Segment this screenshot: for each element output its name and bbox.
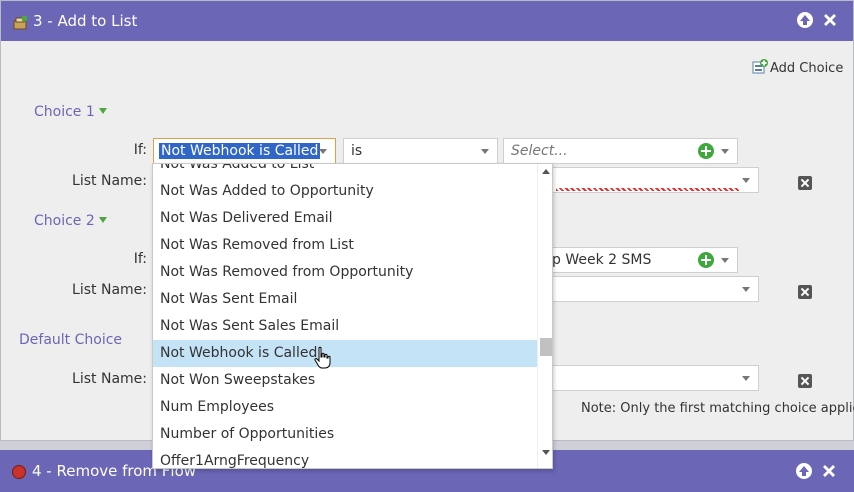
dropdown-options: Not Was Added to List Not Was Added to Op…: [153, 164, 537, 468]
chevron-down-icon: [742, 376, 750, 381]
step-title: 3 - Add to List: [33, 12, 138, 30]
dropdown-option[interactable]: Not Was Added to List: [153, 164, 537, 178]
dropdown-option[interactable]: Offer1ArngFrequency: [153, 448, 537, 468]
stop-icon: [12, 465, 26, 479]
delete-default-icon[interactable]: [798, 374, 812, 388]
close-icon[interactable]: [820, 462, 838, 480]
dropdown-option[interactable]: Num Employees: [153, 394, 537, 421]
add-to-list-icon: [13, 16, 27, 30]
default-list-name-label: List Name:: [72, 371, 147, 387]
add-choice-button[interactable]: Add Choice: [752, 59, 843, 77]
step-titlebar: 3 - Add to List: [1, 1, 853, 41]
dropdown-option[interactable]: Not Was Delivered Email: [153, 205, 537, 232]
dropdown-option[interactable]: Not Was Removed from List: [153, 232, 537, 259]
dropdown-scrollbar[interactable]: [537, 164, 552, 468]
choice-2-value: p Week 2 SMS: [552, 252, 652, 268]
choice-1-list-name-label: List Name:: [72, 173, 147, 189]
attribute-dropdown-list[interactable]: Not Was Added to List Not Was Added to Op…: [152, 163, 553, 469]
dropdown-option[interactable]: Not Was Sent Email: [153, 286, 537, 313]
dropdown-option[interactable]: Not Won Sweepstakes: [153, 367, 537, 394]
choice-1-value-select[interactable]: Select...: [503, 138, 738, 164]
dropdown-option[interactable]: Not Was Added to Opportunity: [153, 178, 537, 205]
choice-1-label: Choice 1: [34, 104, 95, 120]
choice-2-if-label: If:: [133, 251, 147, 267]
choice-1-toggle[interactable]: Choice 1: [34, 104, 107, 120]
chevron-down-icon: [721, 149, 729, 154]
choice-1-value-placeholder: Select...: [511, 143, 568, 159]
choice-1-operator-select[interactable]: is: [343, 138, 498, 164]
move-up-icon[interactable]: [795, 462, 813, 480]
close-icon[interactable]: [821, 11, 839, 29]
dropdown-option[interactable]: Not Was Sent Sales Email: [153, 313, 537, 340]
choice-1-attribute-select[interactable]: Not Webhook is Called: [153, 138, 336, 164]
choice-1-operator-value: is: [351, 143, 363, 159]
choice-1-if-label: If:: [133, 142, 147, 158]
move-up-icon[interactable]: [796, 11, 814, 29]
spellcheck-underline: [556, 188, 739, 191]
choice-2-list-name-label: List Name:: [72, 282, 147, 298]
green-plus-icon[interactable]: [698, 143, 714, 159]
dropdown-option[interactable]: Not Was Removed from Opportunity: [153, 259, 537, 286]
scroll-thumb[interactable]: [540, 338, 552, 356]
delete-choice-1-icon[interactable]: [798, 176, 812, 190]
scroll-down-icon[interactable]: [542, 450, 550, 455]
choice-2-toggle[interactable]: Choice 2: [34, 213, 107, 229]
chevron-down-icon: [742, 178, 750, 183]
matching-note: Note: Only the first matching choice app…: [581, 401, 854, 416]
caret-down-icon: [98, 108, 107, 114]
delete-choice-2-icon[interactable]: [798, 285, 812, 299]
chevron-down-icon: [319, 149, 327, 154]
chevron-down-icon: [481, 149, 489, 154]
chevron-down-icon: [742, 287, 750, 292]
green-plus-icon[interactable]: [698, 252, 714, 268]
caret-down-icon: [98, 217, 107, 223]
chevron-down-icon: [721, 258, 729, 263]
choice-2-label: Choice 2: [34, 213, 95, 229]
dropdown-option[interactable]: Number of Opportunities: [153, 421, 537, 448]
add-choice-icon: [752, 59, 768, 74]
default-choice-label: Default Choice: [19, 332, 123, 348]
hand-cursor-icon: [314, 346, 331, 369]
choice-1-attribute-value: Not Webhook is Called: [159, 143, 321, 159]
add-choice-label: Add Choice: [770, 61, 844, 76]
dropdown-option[interactable]: Not Webhook is Called: [153, 340, 537, 367]
scroll-up-icon[interactable]: [542, 169, 550, 174]
